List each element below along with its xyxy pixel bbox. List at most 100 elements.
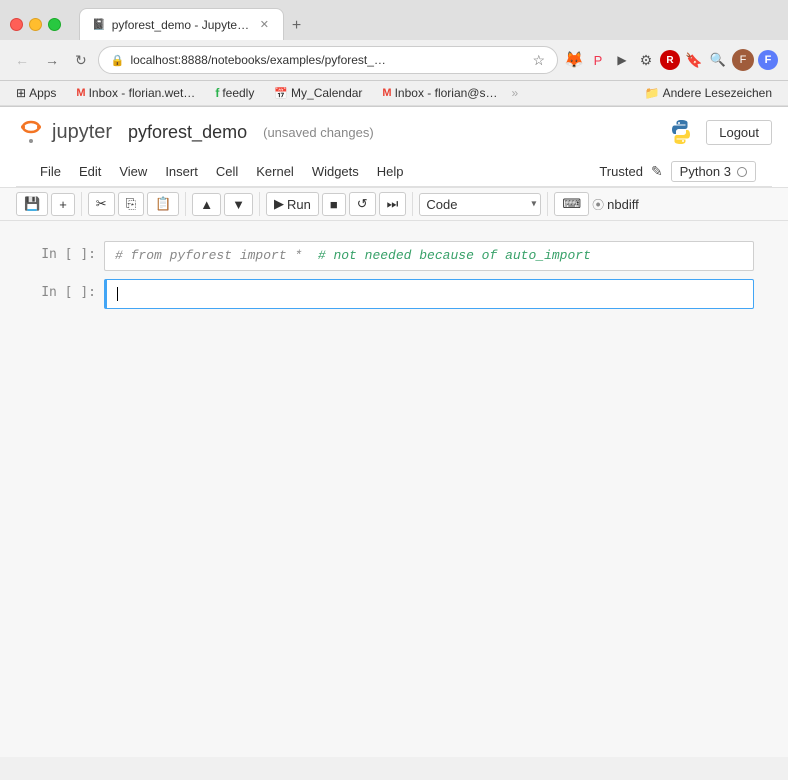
paste-cell-button[interactable]: 📋 bbox=[147, 192, 179, 216]
apps-label: Apps bbox=[29, 86, 56, 100]
run-play-icon: ▶ bbox=[274, 196, 284, 212]
feedly-icon: f bbox=[215, 86, 219, 100]
feedbro-icon[interactable]: R bbox=[660, 50, 680, 70]
gmail1-icon: M bbox=[76, 87, 85, 99]
cell-type-select-wrapper: Code Markdown Raw NBConvert bbox=[419, 193, 541, 216]
down-arrow-icon: ▼ bbox=[232, 197, 245, 212]
toolbar-separator-5 bbox=[547, 192, 548, 216]
menu-file[interactable]: File bbox=[32, 161, 69, 182]
move-down-button[interactable]: ▼ bbox=[224, 193, 253, 216]
calendar-icon: 📅 bbox=[274, 87, 288, 100]
add-cell-button[interactable]: + bbox=[51, 193, 75, 216]
menu-edit[interactable]: Edit bbox=[71, 161, 109, 182]
stop-button[interactable]: ■ bbox=[322, 193, 346, 216]
cut-cell-button[interactable]: ✂ bbox=[88, 192, 115, 216]
nbdiff-label: nbdiff bbox=[607, 197, 639, 212]
notebook-title[interactable]: pyforest_demo bbox=[128, 122, 247, 143]
fast-forward-icon: ⏭ bbox=[387, 196, 399, 212]
jupyter-logo: jupyter bbox=[16, 117, 112, 147]
bookmarks-separator: » bbox=[511, 86, 518, 100]
cell-container: In [ ]: # from pyforest import * # not n… bbox=[34, 241, 754, 309]
video-icon[interactable]: ▶ bbox=[612, 50, 632, 70]
address-bar: ← → ↻ 🔒 localhost:8888/notebooks/example… bbox=[0, 40, 788, 81]
window-controls bbox=[10, 18, 61, 31]
tab-title: pyforest_demo - Jupyter Note… bbox=[112, 18, 252, 32]
search-icon[interactable]: 🔍 bbox=[708, 50, 728, 70]
andere-lesezeichen-button[interactable]: 📁 Andere Lesezeichen bbox=[639, 84, 778, 102]
trusted-button[interactable]: Trusted bbox=[599, 164, 643, 179]
profile-icon[interactable]: F bbox=[758, 50, 778, 70]
cut-icon: ✂ bbox=[96, 196, 107, 212]
menu-insert[interactable]: Insert bbox=[157, 161, 206, 182]
bookmarks-bar: ⊞ Apps M Inbox - florian.wet… f feedly 📅… bbox=[0, 81, 788, 106]
cursor bbox=[117, 287, 118, 301]
jupyter-logo-icon bbox=[16, 117, 46, 147]
menu-bar: File Edit View Insert Cell Kernel Widget… bbox=[16, 157, 772, 187]
cell-1[interactable]: In [ ]: # from pyforest import * # not n… bbox=[34, 241, 754, 271]
keyboard-shortcuts-button[interactable]: ⌨ bbox=[554, 192, 589, 216]
bookmark-star-icon[interactable]: ☆ bbox=[532, 52, 545, 69]
copy-icon: ⎘ bbox=[126, 196, 136, 212]
nbdiff-button[interactable]: ⦿ nbdiff bbox=[592, 196, 639, 213]
toolbar-separator-1 bbox=[81, 192, 82, 216]
new-tab-button[interactable]: + bbox=[284, 12, 309, 40]
tabs-row: 📓 pyforest_demo - Jupyter Note… ✕ + bbox=[79, 8, 309, 40]
maximize-window-button[interactable] bbox=[48, 18, 61, 31]
restart-button[interactable]: ↺ bbox=[349, 192, 376, 216]
bookmarks-apps[interactable]: ⊞ Apps bbox=[10, 84, 62, 102]
logout-button[interactable]: Logout bbox=[706, 120, 772, 145]
menu-kernel[interactable]: Kernel bbox=[248, 161, 302, 182]
save-icon[interactable]: 🔖 bbox=[684, 50, 704, 70]
jupyter-logo-text: jupyter bbox=[52, 121, 112, 144]
save-icon: 💾 bbox=[24, 196, 40, 212]
toolbar: 💾 + ✂ ⎘ 📋 ▲ ▼ ▶ Run bbox=[0, 188, 788, 221]
toolbar-separator-2 bbox=[185, 192, 186, 216]
keyboard-icon: ⌨ bbox=[562, 196, 581, 212]
cell-2-input[interactable] bbox=[107, 280, 753, 308]
bookmarks-calendar[interactable]: 📅 My_Calendar bbox=[268, 84, 368, 102]
move-up-button[interactable]: ▲ bbox=[192, 193, 221, 216]
jupyter-wrapper: jupyter pyforest_demo (unsaved changes) … bbox=[0, 107, 788, 757]
menu-view[interactable]: View bbox=[111, 161, 155, 182]
bookmarks-more: 📁 Andere Lesezeichen bbox=[639, 84, 778, 102]
cell-2-wrapper: In [ ]: bbox=[34, 279, 754, 309]
kernel-badge[interactable]: Python 3 bbox=[671, 161, 756, 182]
jupyter-header: jupyter pyforest_demo (unsaved changes) … bbox=[0, 107, 788, 188]
cell-1-input[interactable]: # from pyforest import * # not needed be… bbox=[105, 242, 753, 270]
title-bar: 📓 pyforest_demo - Jupyter Note… ✕ + bbox=[0, 0, 788, 40]
lock-icon: 🔒 bbox=[111, 54, 125, 67]
bookmarks-feedly[interactable]: f feedly bbox=[209, 84, 260, 102]
run-button[interactable]: ▶ Run bbox=[266, 192, 319, 216]
stop-icon: ■ bbox=[330, 197, 338, 212]
address-input[interactable]: 🔒 localhost:8888/notebooks/examples/pyfo… bbox=[98, 46, 558, 74]
refresh-button[interactable]: ↻ bbox=[70, 49, 92, 72]
cell-1-comment: # from pyforest import * # not needed be… bbox=[115, 248, 591, 263]
save-button[interactable]: 💾 bbox=[16, 192, 48, 216]
browser-icons: 🦊 P ▶ ⚙ R 🔖 🔍 F F bbox=[564, 49, 778, 71]
settings-icon[interactable]: ⚙ bbox=[636, 50, 656, 70]
restart-icon: ↺ bbox=[357, 196, 368, 212]
menu-widgets[interactable]: Widgets bbox=[304, 161, 367, 182]
bookmarks-gmail1[interactable]: M Inbox - florian.wet… bbox=[70, 84, 201, 102]
cell-1-input-area[interactable]: # from pyforest import * # not needed be… bbox=[104, 241, 754, 271]
cell-2-input-area[interactable] bbox=[104, 279, 754, 309]
edit-metadata-button[interactable]: ✎ bbox=[651, 163, 663, 180]
cell-2[interactable]: In [ ]: bbox=[34, 279, 754, 309]
back-button[interactable]: ← bbox=[10, 49, 34, 71]
bookmarks-gmail2[interactable]: M Inbox - florian@s… bbox=[376, 84, 503, 102]
pocket-icon[interactable]: P bbox=[588, 50, 608, 70]
cell-type-select[interactable]: Code Markdown Raw NBConvert bbox=[419, 193, 541, 216]
minimize-window-button[interactable] bbox=[29, 18, 42, 31]
folder-label: Andere Lesezeichen bbox=[663, 86, 772, 100]
forward-button[interactable]: → bbox=[40, 49, 64, 71]
copy-cell-button[interactable]: ⎘ bbox=[118, 192, 144, 216]
active-tab[interactable]: 📓 pyforest_demo - Jupyter Note… ✕ bbox=[79, 8, 284, 40]
tab-close-button[interactable]: ✕ bbox=[258, 16, 271, 33]
close-window-button[interactable] bbox=[10, 18, 23, 31]
restart-run-all-button[interactable]: ⏭ bbox=[379, 192, 407, 216]
notebook-area[interactable]: In [ ]: # from pyforest import * # not n… bbox=[0, 221, 788, 757]
cell-1-label: In [ ]: bbox=[34, 241, 104, 268]
menu-cell[interactable]: Cell bbox=[208, 161, 246, 182]
avatar[interactable]: F bbox=[732, 49, 754, 71]
menu-help[interactable]: Help bbox=[369, 161, 412, 182]
